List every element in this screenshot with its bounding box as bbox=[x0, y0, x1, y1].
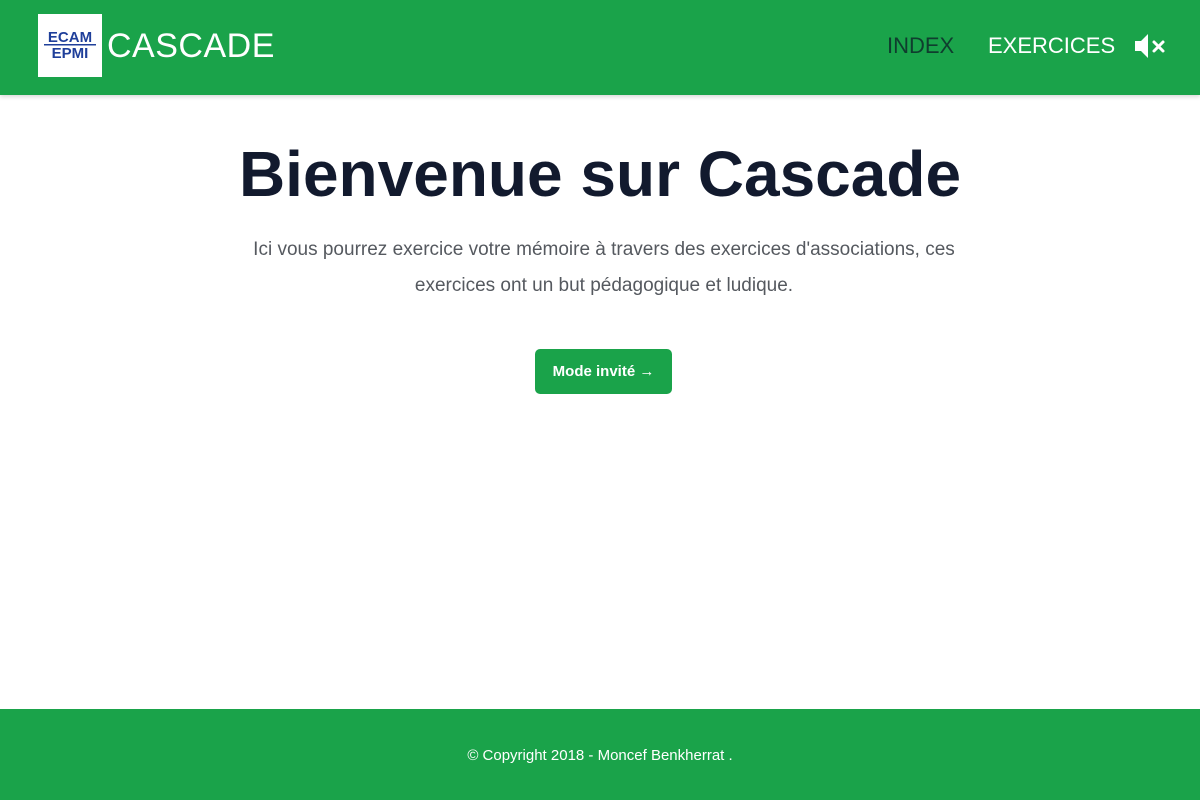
copyright-text: © Copyright 2018 - Moncef Benkherrat . bbox=[467, 747, 733, 764]
top-navbar: ECAM EPMI CASCADE INDEX EXERCICES bbox=[0, 0, 1200, 95]
nav-index-link[interactable]: INDEX bbox=[887, 32, 954, 60]
page-title: Bienvenue sur Cascade bbox=[238, 138, 962, 210]
guest-mode-button[interactable]: Mode invité → bbox=[535, 349, 672, 394]
svg-text:ECAM: ECAM bbox=[48, 29, 92, 46]
svg-text:EPMI: EPMI bbox=[52, 45, 89, 62]
logo-graphic: ECAM EPMI bbox=[44, 29, 96, 62]
nav-exercices-link[interactable]: EXERCICES bbox=[988, 32, 1115, 60]
mute-toggle-button[interactable] bbox=[1133, 32, 1169, 60]
page-footer: © Copyright 2018 - Moncef Benkherrat . bbox=[0, 709, 1200, 800]
ecam-epmi-logo[interactable]: ECAM EPMI bbox=[38, 14, 102, 77]
brand-name[interactable]: CASCADE bbox=[107, 26, 275, 66]
intro-paragraph: Ici vous pourrez exercice votre mémoire … bbox=[253, 239, 955, 296]
speaker-mute-icon bbox=[1135, 34, 1165, 58]
